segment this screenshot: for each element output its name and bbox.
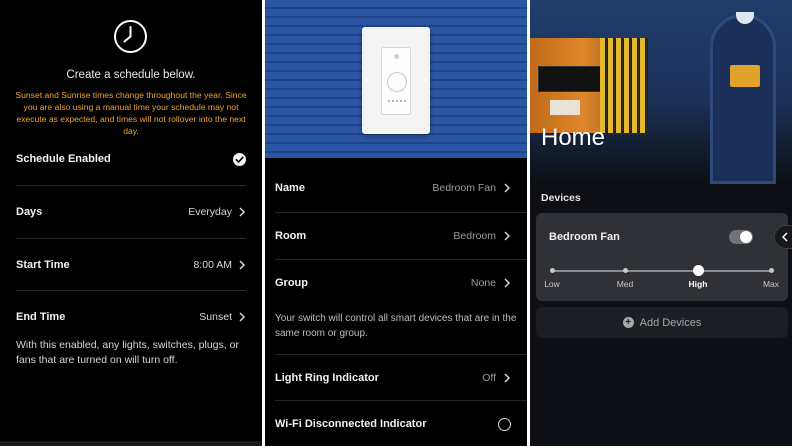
switch-image [362, 27, 430, 134]
speed-stop-low[interactable] [549, 268, 555, 273]
switch-ring [387, 72, 407, 92]
chevron-right-icon [239, 312, 245, 322]
schedule-enabled-label: Schedule Enabled [16, 153, 111, 165]
days-value: Everyday [188, 206, 232, 218]
schedule-title: Create a schedule below. [66, 69, 196, 81]
room-image [530, 0, 792, 184]
light-ring-row[interactable]: Light Ring Indicator Off [275, 368, 511, 388]
wifi-indicator-row[interactable]: Wi-Fi Disconnected Indicator [275, 414, 511, 434]
speed-stop-high[interactable] [692, 265, 704, 276]
speed-label-med: Med [616, 279, 634, 289]
speed-stop-max[interactable] [768, 268, 774, 273]
add-devices-label: Add Devices [639, 316, 702, 329]
start-time-row[interactable]: Start Time 8:00 AM [16, 255, 246, 275]
days-label: Days [16, 206, 43, 218]
chevron-left-icon [781, 232, 788, 242]
check-icon[interactable] [233, 152, 246, 166]
group-label: Group [275, 277, 308, 289]
switch-paddle [381, 47, 411, 115]
radio-icon[interactable] [498, 417, 511, 431]
clock-icon [114, 20, 147, 53]
chevron-right-icon [504, 231, 510, 241]
fan-speed-slider[interactable] [551, 270, 772, 272]
light-ring-label: Light Ring Indicator [275, 372, 379, 384]
light-ring-value: Off [482, 372, 496, 384]
divider [16, 185, 246, 186]
chevron-right-icon [239, 207, 245, 217]
schedule-enabled-row[interactable]: Schedule Enabled [16, 149, 246, 169]
room-label: Room [275, 230, 307, 242]
window-light [550, 100, 580, 115]
chevron-right-icon [504, 278, 510, 288]
door-panel [730, 65, 760, 87]
device-settings-panel: Name Bedroom Fan Room Bedroom Group None… [265, 0, 527, 446]
room-door [710, 14, 776, 184]
chevron-right-icon [504, 373, 510, 383]
group-value: None [470, 277, 496, 289]
room-curtain [600, 38, 648, 133]
end-time-value: Sunset [199, 311, 232, 323]
wifi-indicator-label: Wi-Fi Disconnected Indicator [275, 418, 427, 430]
collapse-tab[interactable] [774, 225, 792, 249]
bottom-bar [0, 441, 262, 446]
room-value: Bedroom [453, 230, 496, 242]
divider [16, 238, 246, 239]
name-value: Bedroom Fan [432, 182, 496, 194]
switch-dot [394, 54, 399, 59]
divider [16, 290, 246, 291]
home-panel: Home Devices Bedroom Fan Low Med High Max +… [530, 0, 792, 446]
device-toggle[interactable] [729, 230, 753, 244]
device-banner [265, 0, 527, 158]
plus-icon: + [622, 317, 634, 328]
name-label: Name [275, 182, 305, 194]
group-note: Your switch will control all smart devic… [275, 313, 517, 339]
device-card[interactable]: Bedroom Fan Low Med High Max [536, 213, 792, 301]
end-time-label: End Time [16, 311, 66, 323]
schedule-panel: Create a schedule below. Sunset and Sunr… [0, 0, 262, 446]
chevron-right-icon [239, 260, 245, 270]
divider [275, 259, 527, 260]
divider [275, 212, 527, 213]
toggle-knob [740, 231, 752, 243]
add-devices-button[interactable]: + Add Devices [536, 307, 788, 338]
speed-label-high: High [688, 279, 708, 289]
end-time-row[interactable]: End Time Sunset [16, 307, 246, 327]
home-title: Home [541, 124, 606, 151]
schedule-warning: Sunset and Sunrise times change througho… [15, 90, 247, 136]
chevron-right-icon [504, 183, 510, 193]
name-row[interactable]: Name Bedroom Fan [275, 178, 511, 198]
schedule-note: With this enabled, any lights, switches,… [16, 339, 239, 366]
devices-section-label: Devices [541, 192, 581, 204]
speed-stop-med[interactable] [622, 268, 628, 273]
divider [275, 400, 527, 401]
divider [275, 354, 527, 355]
days-row[interactable]: Days Everyday [16, 202, 246, 222]
room-row[interactable]: Room Bedroom [275, 226, 511, 246]
start-time-label: Start Time [16, 259, 70, 271]
device-name: Bedroom Fan [549, 231, 620, 243]
switch-leds [388, 100, 406, 102]
speed-label-max: Max [762, 279, 780, 289]
group-row[interactable]: Group None [275, 273, 511, 293]
start-time-value: 8:00 AM [193, 259, 232, 271]
speed-label-low: Low [544, 279, 560, 289]
